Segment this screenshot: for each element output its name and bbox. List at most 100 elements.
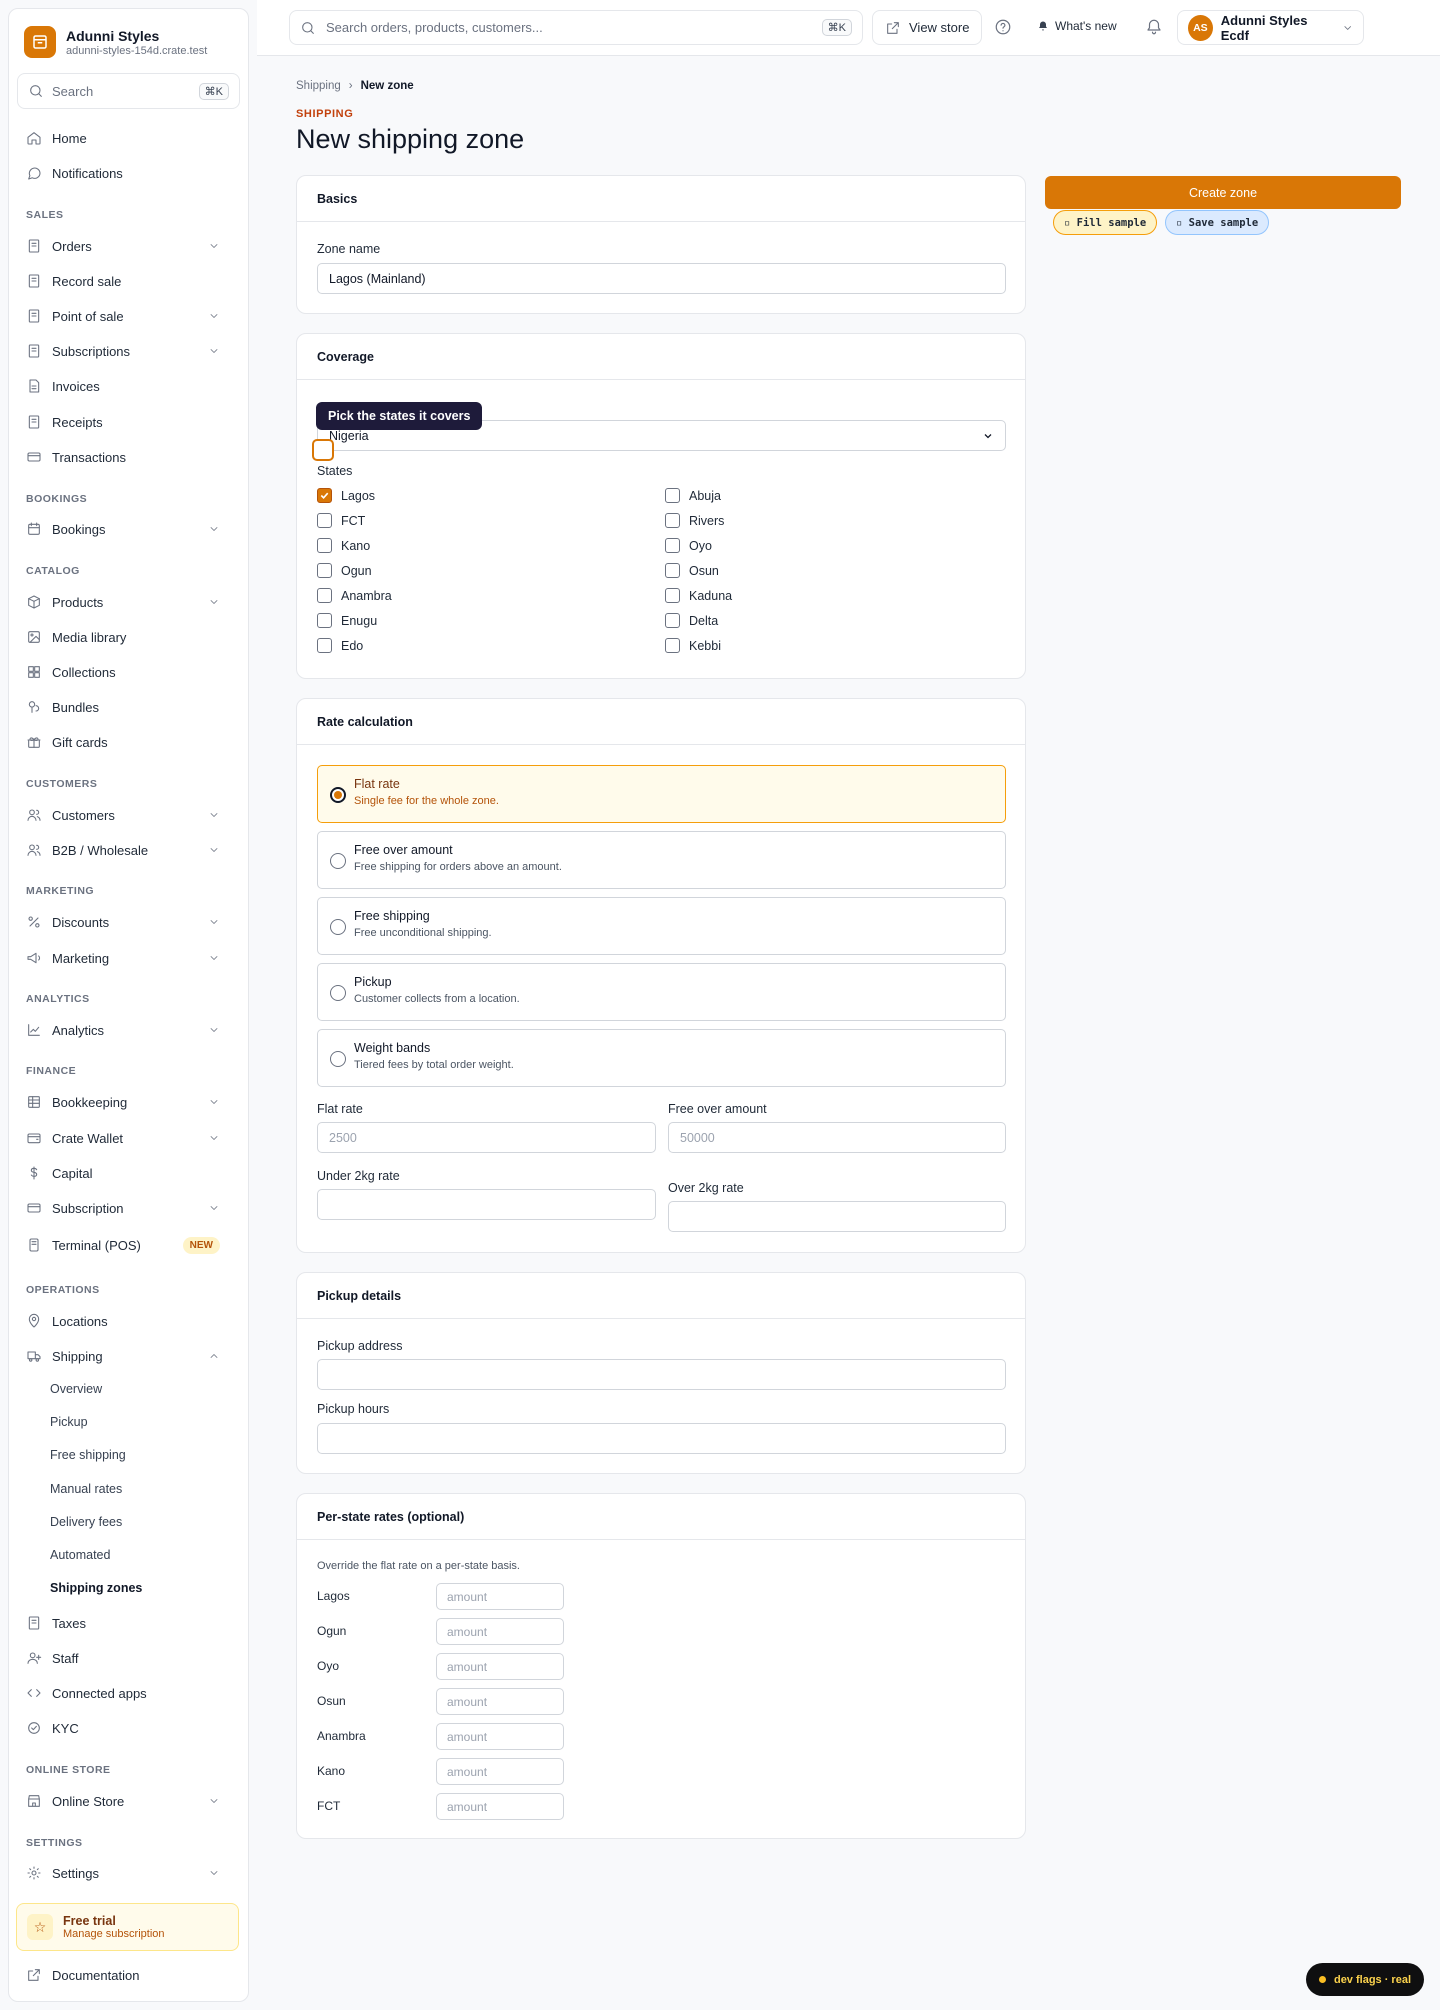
help-icon[interactable] (994, 18, 1012, 36)
checkbox[interactable] (317, 588, 332, 603)
shipping-sub-delivery-fees[interactable]: Delivery fees (50, 1515, 122, 1529)
rate-option[interactable]: Flat rate Single fee for the whole zone. (317, 765, 1006, 823)
sidebar-item-terminal[interactable]: Terminal (POS) NEW (16, 1231, 232, 1259)
sidebar-item-home[interactable]: Home (16, 124, 232, 152)
per-state-amount-input[interactable]: amount (436, 1653, 564, 1680)
per-state-amount-input[interactable]: amount (436, 1723, 564, 1750)
shipping-sub-automated[interactable]: Automated (50, 1548, 110, 1562)
zone-name-input[interactable]: Lagos (Mainland) (317, 263, 1006, 294)
sidebar-item-record-sale[interactable]: Record sale (16, 267, 232, 295)
state-checkbox-row[interactable]: FCT (317, 513, 365, 528)
rate-option[interactable]: Free shipping Free unconditional shipping… (317, 897, 1006, 955)
checkbox[interactable] (317, 563, 332, 578)
sidebar-item-invoices[interactable]: Invoices (16, 372, 232, 400)
fill-sample-button[interactable]: ▫ Fill sample (1053, 210, 1158, 235)
checkbox[interactable] (665, 613, 680, 628)
pickup-hours-input[interactable] (317, 1423, 1006, 1454)
whats-new-button[interactable]: What's new (1037, 19, 1117, 33)
sidebar-item-gift-cards[interactable]: Gift cards (16, 728, 232, 756)
per-state-amount-input[interactable]: amount (436, 1618, 564, 1645)
rate-option[interactable]: Pickup Customer collects from a location. (317, 963, 1006, 1021)
under-2kg-input[interactable] (317, 1189, 656, 1220)
state-checkbox-row[interactable]: Edo (317, 638, 363, 653)
sidebar-item-bookkeeping[interactable]: Bookkeeping (16, 1088, 232, 1116)
rate-option[interactable]: Weight bands Tiered fees by total order w… (317, 1029, 1006, 1087)
sidebar-item-transactions[interactable]: Transactions (16, 443, 232, 471)
free-trial-card[interactable]: ☆ Free trial Manage subscription (16, 1903, 239, 1951)
checkbox[interactable] (665, 488, 680, 503)
dev-flags-badge[interactable]: dev flags · real (1306, 1963, 1424, 1996)
state-checkbox-row[interactable]: Anambra (317, 588, 392, 603)
sidebar-item-connected-apps[interactable]: Connected apps (16, 1679, 232, 1707)
global-search[interactable]: Search orders, products, customers... ⌘K (289, 10, 863, 45)
state-checkbox-row[interactable]: Ogun (317, 563, 372, 578)
sidebar-item-receipts[interactable]: Receipts (16, 408, 232, 436)
state-checkbox-row[interactable]: Lagos (317, 488, 375, 503)
sidebar-item-taxes[interactable]: Taxes (16, 1609, 232, 1637)
state-checkbox-row[interactable]: Kebbi (665, 638, 721, 653)
sidebar-item-marketing[interactable]: Marketing (16, 944, 232, 972)
sidebar-item-collections[interactable]: Collections (16, 658, 232, 686)
save-sample-button[interactable]: ▫ Save sample (1165, 210, 1270, 235)
free-over-amount-input[interactable]: 50000 (668, 1122, 1006, 1153)
sidebar-item-analytics[interactable]: Analytics (16, 1016, 232, 1044)
sidebar-item-customers[interactable]: Customers (16, 801, 232, 829)
sidebar-item-products[interactable]: Products (16, 588, 232, 616)
sidebar-item-point-of-sale[interactable]: Point of sale (16, 302, 232, 330)
documentation-link[interactable]: Documentation (26, 1967, 139, 1983)
sidebar-item-online-store[interactable]: Online Store (16, 1787, 232, 1815)
sidebar-item-crate-wallet[interactable]: Crate Wallet (16, 1124, 232, 1152)
sidebar-item-media-library[interactable]: Media library (16, 623, 232, 651)
state-checkbox-row[interactable]: Abuja (665, 488, 721, 503)
view-store-button[interactable]: View store (872, 10, 983, 45)
checkbox[interactable] (317, 613, 332, 628)
sidebar-item-staff[interactable]: Staff (16, 1644, 232, 1672)
state-checkbox-row[interactable]: Enugu (317, 613, 377, 628)
radio-selected[interactable] (330, 787, 346, 803)
sidebar-item-discounts[interactable]: Discounts (16, 908, 232, 936)
breadcrumb-shipping[interactable]: Shipping (296, 80, 341, 92)
radio[interactable] (330, 853, 346, 869)
create-zone-button[interactable]: Create zone (1045, 176, 1401, 209)
sidebar-search[interactable]: Search ⌘K (17, 73, 240, 109)
sidebar-item-shipping[interactable]: Shipping (16, 1342, 232, 1370)
sidebar-item-capital[interactable]: Capital (16, 1159, 232, 1187)
sidebar-item-orders[interactable]: Orders (16, 232, 232, 260)
account-menu[interactable]: AS Adunni Styles Ecdf (1177, 10, 1364, 45)
sidebar-item-subscriptions[interactable]: Subscriptions (16, 337, 232, 365)
per-state-amount-input[interactable]: amount (436, 1688, 564, 1715)
sidebar-item-bookings[interactable]: Bookings (16, 515, 232, 543)
per-state-amount-input[interactable]: amount (436, 1583, 564, 1610)
shipping-sub-pickup[interactable]: Pickup (50, 1415, 88, 1429)
state-checkbox-row[interactable]: Delta (665, 613, 718, 628)
rate-option[interactable]: Free over amount Free shipping for orders… (317, 831, 1006, 889)
radio[interactable] (330, 985, 346, 1001)
sidebar-item-b2b-wholesale[interactable]: B2B / Wholesale (16, 836, 232, 864)
checkbox[interactable] (665, 638, 680, 653)
sidebar-item-subscription[interactable]: Subscription (16, 1194, 232, 1222)
shipping-sub-overview[interactable]: Overview (50, 1382, 102, 1396)
flat-rate-input[interactable]: 2500 (317, 1122, 656, 1153)
shipping-sub-shipping-zones[interactable]: Shipping zones (50, 1581, 142, 1595)
shipping-sub-manual-rates[interactable]: Manual rates (50, 1482, 122, 1496)
radio[interactable] (330, 919, 346, 935)
pickup-address-input[interactable] (317, 1359, 1006, 1390)
checkbox[interactable] (317, 538, 332, 553)
checkbox[interactable] (665, 588, 680, 603)
per-state-amount-input[interactable]: amount (436, 1758, 564, 1785)
state-checkbox-row[interactable]: Osun (665, 563, 719, 578)
sidebar-item-bundles[interactable]: Bundles (16, 693, 232, 721)
sidebar-item-notifications[interactable]: Notifications (16, 159, 232, 187)
state-checkbox-row[interactable]: Oyo (665, 538, 712, 553)
sidebar-item-locations[interactable]: Locations (16, 1307, 232, 1335)
over-2kg-input[interactable] (668, 1201, 1006, 1232)
brand[interactable]: Adunni Styles adunni-styles-154d.crate.t… (24, 26, 207, 58)
shipping-sub-free-shipping[interactable]: Free shipping (50, 1448, 126, 1462)
checkbox-checked[interactable] (317, 488, 332, 503)
checkbox[interactable] (317, 638, 332, 653)
radio[interactable] (330, 1051, 346, 1067)
sidebar-item-kyc[interactable]: KYC (16, 1714, 232, 1742)
state-checkbox-row[interactable]: Kaduna (665, 588, 732, 603)
state-checkbox-row[interactable]: Kano (317, 538, 370, 553)
checkbox[interactable] (665, 513, 680, 528)
